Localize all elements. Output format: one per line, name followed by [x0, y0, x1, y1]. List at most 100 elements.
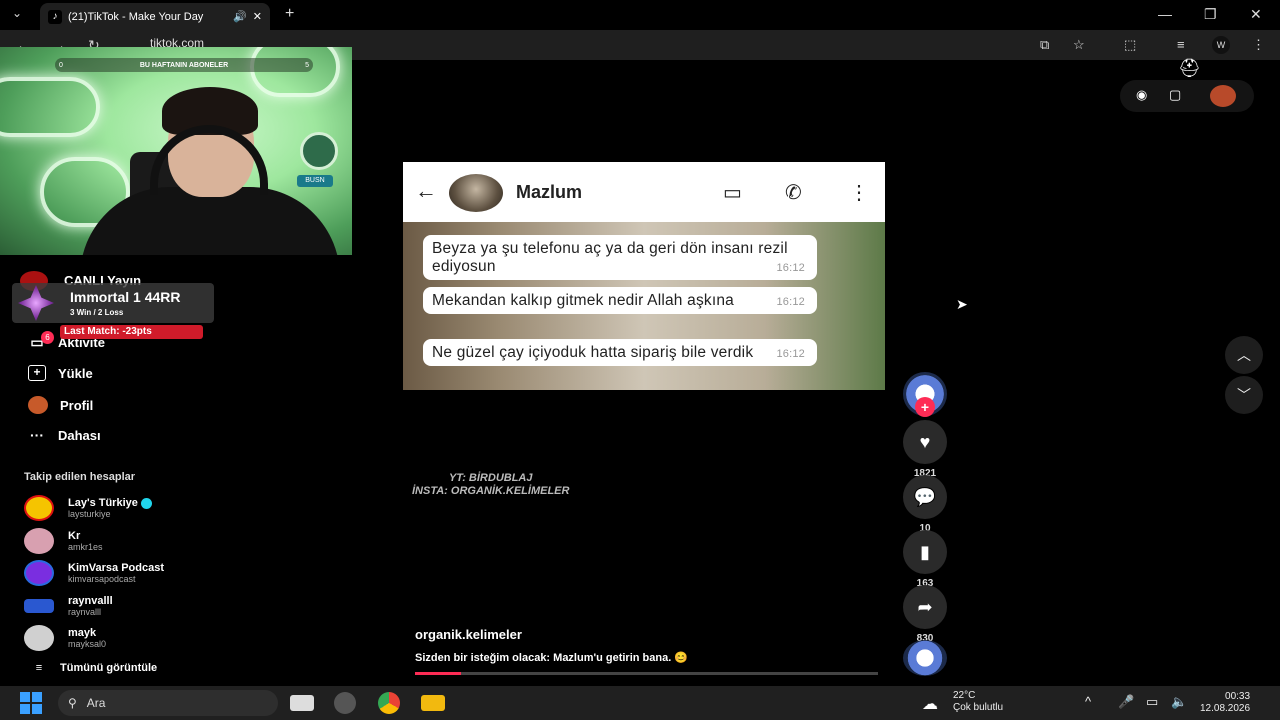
volume-icon[interactable]: 🔈 [1171, 694, 1187, 710]
account-name: Lay's Türkiye [68, 497, 138, 509]
following-account[interactable]: Kr amkr1es [24, 526, 103, 556]
avatar [24, 599, 54, 613]
goal-max: 5 [305, 61, 309, 69]
share-arrow-icon: ➦ [903, 585, 947, 629]
following-account[interactable]: mayk mayksal0 [24, 623, 106, 653]
see-all-label: Tümünü görüntüle [60, 662, 158, 674]
profile-avatar-icon[interactable]: W [1212, 36, 1230, 54]
heart-icon: ♥ [903, 420, 947, 464]
windows-taskbar: ⚲ Ara ☁ 22°C Çok bulutlu ^ 🎤 ▭ 🔈 00:33 1… [0, 686, 1280, 720]
weather-cloud-icon: ☁ [922, 696, 938, 713]
video-call-icon: ▭ [723, 182, 742, 204]
channel-logo-icon [300, 132, 338, 170]
microphone-icon[interactable]: 🎤 [1118, 694, 1134, 710]
chat-message: Beyza ya şu telefonu aç ya da geri dön i… [423, 235, 817, 280]
weather-desc: Çok bulutlu [953, 702, 1004, 713]
rank-gem-icon [18, 285, 54, 321]
avatar [24, 560, 54, 586]
extensions-icon[interactable]: ⬚ [1124, 37, 1136, 53]
watermark-line: YT: BİRDUBLAJ [448, 472, 533, 484]
sidebar-item-profile[interactable]: Profil [28, 396, 93, 414]
rank-record: 3 Win / 2 Loss [70, 308, 124, 317]
search-placeholder: Ara [86, 696, 106, 710]
sidebar-item-label: Dahası [58, 427, 101, 443]
bookmark-icon: ▮ [903, 530, 947, 574]
account-handle: kimvarsapodcast [68, 574, 136, 584]
account-name: raynvalll [68, 595, 113, 607]
weather-widget[interactable]: 22°C Çok bulutlu [953, 690, 1003, 714]
video-progress-bar[interactable] [415, 672, 878, 675]
eye-icon[interactable]: ◉ [1136, 87, 1147, 103]
minimize-button[interactable]: — [1158, 6, 1172, 22]
previous-video-button[interactable]: ︿ [1225, 336, 1263, 374]
notification-badge: 6 [41, 331, 54, 344]
kebab-menu-icon: ⋮ [849, 182, 869, 204]
user-avatar[interactable] [1210, 85, 1236, 107]
following-account[interactable]: Lay's Türkiye laysturkiye [24, 493, 152, 523]
app-icon[interactable] [334, 692, 356, 714]
taskbar-search[interactable]: ⚲ Ara [58, 690, 278, 716]
bookmark-star-icon[interactable]: ☆ [1073, 37, 1085, 53]
cast-icon[interactable]: ⧉ [1040, 37, 1049, 53]
sidebar-item-label: Profil [60, 397, 94, 413]
tab-tiktok[interactable]: ♪ (21)TikTok - Make Your Day 🔊 ✕ [40, 3, 270, 30]
account-handle: mayksal0 [68, 639, 107, 649]
watermark-line: İNSTA: ORGANİK.KELİMELER [412, 485, 570, 497]
share-button[interactable]: ➦ 830 [903, 585, 947, 644]
new-tab-button[interactable]: + [285, 5, 294, 23]
comment-button[interactable]: 💬 10 [903, 475, 947, 534]
temperature: 22°C [953, 690, 976, 701]
square-icon[interactable]: ▢ [1169, 87, 1181, 103]
media-control-icon[interactable]: ≡ [1177, 37, 1185, 52]
clock-date: 12.08.2026 [1200, 703, 1251, 714]
chevron-down-icon: ﹀ [1237, 387, 1251, 403]
chat-header: ← Mazlum ▭ ✆ ⋮ [403, 162, 885, 222]
list-icon: ≡ [35, 662, 43, 674]
like-button[interactable]: ♥ 1821 [903, 420, 947, 479]
browser-menu-icon[interactable]: ⋮ [1252, 37, 1265, 53]
tray-chevron-icon[interactable]: ^ [1085, 694, 1091, 709]
browser-tab-bar: ⌄ ♪ (21)TikTok - Make Your Day 🔊 ✕ + — ❐… [0, 0, 1280, 30]
file-explorer-icon[interactable] [421, 695, 445, 711]
tab-close-icon[interactable]: ✕ [253, 10, 262, 23]
verified-icon [140, 497, 152, 509]
see-all-link[interactable]: ≡ Tümünü görüntüle [30, 662, 157, 674]
following-account[interactable]: raynvalll raynvalll [24, 591, 113, 621]
goal-min: 0 [59, 61, 63, 69]
following-account[interactable]: KimVarsa Podcast kimvarsapodcast [24, 558, 164, 588]
speaker-icon[interactable]: 🔊 [233, 10, 247, 23]
network-icon[interactable]: ▭ [1146, 694, 1158, 710]
window-close-button[interactable]: ✕ [1250, 6, 1262, 23]
upload-icon: + [28, 365, 46, 381]
follow-plus-icon[interactable]: + [915, 397, 935, 417]
restore-button[interactable]: ❐ [1204, 6, 1217, 23]
following-header: Takip edilen hesaplar [24, 471, 136, 483]
sound-disc-icon[interactable] [903, 640, 947, 676]
account-handle: raynvalll [68, 607, 102, 617]
video-player[interactable]: ← Mazlum ▭ ✆ ⋮ Beyza ya şu telefonu aç y… [403, 162, 885, 390]
profile-icon [28, 396, 48, 414]
account-handle: laysturkiye [68, 509, 111, 519]
message-text: Beyza ya şu telefonu aç ya da geri dön i… [432, 240, 788, 275]
save-button[interactable]: ▮ 163 [903, 530, 947, 589]
message-text: Ne güzel çay içiyoduk hatta sipariş bile… [432, 344, 754, 361]
comment-icon: 💬 [903, 475, 947, 519]
tiktok-favicon-icon: ♪ [48, 9, 62, 24]
chrome-icon[interactable] [378, 692, 400, 714]
tab-list-icon[interactable]: ⌄ [12, 6, 22, 20]
chevron-up-icon: ︿ [1237, 347, 1251, 363]
message-time: 16:12 [776, 262, 805, 274]
system-clock[interactable]: 00:33 12.08.2026 [1200, 691, 1250, 715]
next-video-button[interactable]: ﹀ [1225, 376, 1263, 414]
subscriber-goal-bar: 0 BU HAFTANIN ABONELER 5 [55, 58, 313, 72]
message-time: 16:12 [776, 348, 805, 360]
sidebar-item-upload[interactable]: + Yükle [28, 365, 93, 381]
sidebar-item-more[interactable]: ··· Dahası [28, 427, 101, 443]
windows-start-icon[interactable] [20, 692, 42, 714]
clock-time: 00:33 [1225, 691, 1251, 702]
search-icon: ⚲ [68, 696, 77, 710]
video-author[interactable]: organik.kelimeler [415, 627, 522, 642]
task-view-icon[interactable] [290, 695, 314, 711]
last-match-badge: Last Match: -23pts [60, 325, 203, 339]
chat-message: Mekandan kalkıp gitmek nedir Allah aşkın… [423, 287, 817, 314]
